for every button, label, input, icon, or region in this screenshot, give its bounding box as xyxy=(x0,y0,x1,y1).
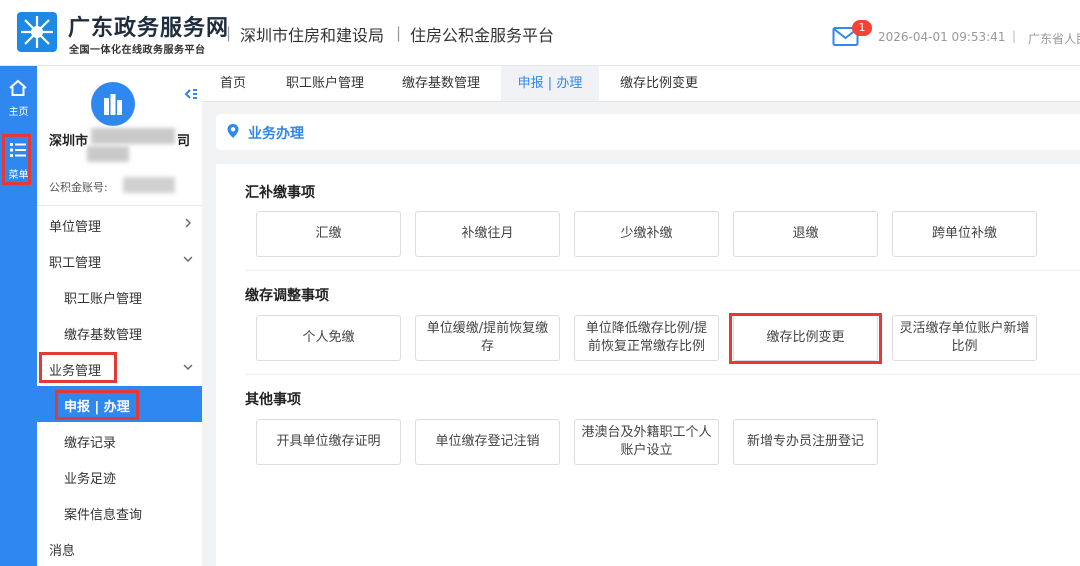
redacted-account-number xyxy=(123,177,175,193)
sidebar-item-label: 业务足迹 xyxy=(64,472,117,487)
sidebar-item-business-footprint[interactable]: 业务足迹 xyxy=(37,458,202,494)
section-divider xyxy=(245,270,1080,271)
sidebar-item-unit-management[interactable]: 单位管理 xyxy=(37,206,202,242)
collapse-sidebar-icon[interactable] xyxy=(183,86,199,102)
current-datetime: 2026-04-01 09:53:41 xyxy=(878,30,1006,44)
highlight-ratio-change-box xyxy=(729,313,882,364)
sidebar: 深圳市 司 公积金账号: 单位管理 职工管理 职工账户管理 缴存基数管理 业务管… xyxy=(37,66,202,566)
org-avatar xyxy=(91,82,135,126)
bureau-name[interactable]: 深圳市住房和建设局 xyxy=(240,22,384,46)
tab-deposit-base[interactable]: 缴存基数管理 xyxy=(390,66,492,101)
tab-deposit-ratio-change[interactable]: 缴存比例变更 xyxy=(608,66,710,101)
location-pin-icon xyxy=(227,124,239,138)
brand-title: 广东政务服务网 xyxy=(68,16,230,41)
tab-bar: 首页 职工账户管理 缴存基数管理 申报 | 办理 缴存比例变更 xyxy=(202,66,1080,102)
chevron-down-icon xyxy=(183,364,193,370)
sidebar-item-label: 职工账户管理 xyxy=(64,292,143,307)
btn-refund[interactable]: 退缴 xyxy=(733,211,878,257)
header-separator: | xyxy=(1012,29,1017,43)
btn-hk-macao-tw-foreign-account[interactable]: 港澳台及外籍职工个人账户设立 xyxy=(574,419,719,465)
redacted-org-name xyxy=(91,128,175,144)
sidebar-item-deposit-base[interactable]: 缴存基数管理 xyxy=(37,314,202,350)
sidebar-item-label: 缴存基数管理 xyxy=(64,328,143,343)
highlight-declare-handle-box xyxy=(55,390,139,420)
btn-cross-unit-make-up[interactable]: 跨单位补缴 xyxy=(892,211,1037,257)
btn-cancel-registration[interactable]: 单位缴存登记注销 xyxy=(415,419,560,465)
header-separator: | xyxy=(396,24,402,42)
highlight-business-management-box xyxy=(39,352,117,383)
chevron-right-icon xyxy=(185,218,191,228)
home-icon xyxy=(9,79,27,96)
btn-lower-ratio[interactable]: 单位降低缴存比例/提前恢复正常缴存比例 xyxy=(574,315,719,361)
btn-remit[interactable]: 汇缴 xyxy=(256,211,401,257)
chevron-down-icon xyxy=(183,256,193,262)
tab-staff-account[interactable]: 职工账户管理 xyxy=(274,66,376,101)
gd-gov-logo-icon xyxy=(17,12,57,52)
platform-name: 住房公积金服务平台 xyxy=(410,26,555,45)
panel-title-bar: 业务办理 xyxy=(216,114,1080,150)
tab-declare-handle[interactable]: 申报 | 办理 xyxy=(501,66,599,101)
rail-home-label: 主页 xyxy=(8,107,29,118)
org-name: 深圳市 xyxy=(49,134,89,149)
section-title-catchup: 汇补缴事项 xyxy=(245,185,315,201)
top-header: 广东政务服务网 全国一体化在线政务服务平台 | 深圳市住房和建设局 | 住房公积… xyxy=(0,0,1080,66)
btn-flexible-ratio-add[interactable]: 灵活缴存单位账户新增比例 xyxy=(892,315,1037,361)
btn-add-handler-registration[interactable]: 新增专办员注册登记 xyxy=(733,419,878,465)
btn-back-pay-months[interactable]: 补缴往月 xyxy=(415,211,560,257)
btn-issue-deposit-certificate[interactable]: 开具单位缴存证明 xyxy=(256,419,401,465)
btn-underpay-make-up[interactable]: 少缴补缴 xyxy=(574,211,719,257)
redacted-org-name-line2 xyxy=(87,146,129,162)
btn-unit-deferral[interactable]: 单位缓缴/提前恢复缴存 xyxy=(415,315,560,361)
panel-title: 业务办理 xyxy=(248,126,304,142)
account-label: 公积金账号: xyxy=(49,181,108,194)
section-title-other: 其他事项 xyxy=(245,392,301,408)
sidebar-item-messages[interactable]: 消息 xyxy=(37,530,202,566)
section-divider xyxy=(245,374,1080,375)
sidebar-item-staff-account[interactable]: 职工账户管理 xyxy=(37,278,202,314)
business-panel: 汇补缴事项 汇缴 补缴往月 少缴补缴 退缴 跨单位补缴 缴存调整事项 个人免缴 … xyxy=(216,164,1080,566)
sidebar-item-staff-management[interactable]: 职工管理 xyxy=(37,242,202,278)
sidebar-item-label: 消息 xyxy=(49,544,76,559)
section-title-adjustment: 缴存调整事项 xyxy=(245,288,329,304)
sidebar-item-case-query[interactable]: 案件信息查询 xyxy=(37,494,202,530)
brand-subtitle: 全国一体化在线政务服务平台 xyxy=(69,45,206,56)
sidebar-item-deposit-records[interactable]: 缴存记录 xyxy=(37,422,202,458)
tab-home[interactable]: 首页 xyxy=(208,66,258,101)
org-name-end: 司 xyxy=(177,134,191,149)
sidebar-item-label: 案件信息查询 xyxy=(64,508,143,523)
building-icon xyxy=(104,94,122,115)
btn-personal-exemption[interactable]: 个人免缴 xyxy=(256,315,401,361)
sidebar-item-label: 缴存记录 xyxy=(64,436,117,451)
sidebar-item-label: 单位管理 xyxy=(49,220,102,235)
unread-badge: 1 xyxy=(852,20,872,36)
rail-home[interactable]: 主页 xyxy=(0,74,37,126)
sidebar-item-label: 职工管理 xyxy=(49,256,102,271)
header-separator: | xyxy=(226,24,232,42)
region-user[interactable]: 广东省人民 xyxy=(1028,30,1080,47)
highlight-menu-box xyxy=(2,134,31,185)
